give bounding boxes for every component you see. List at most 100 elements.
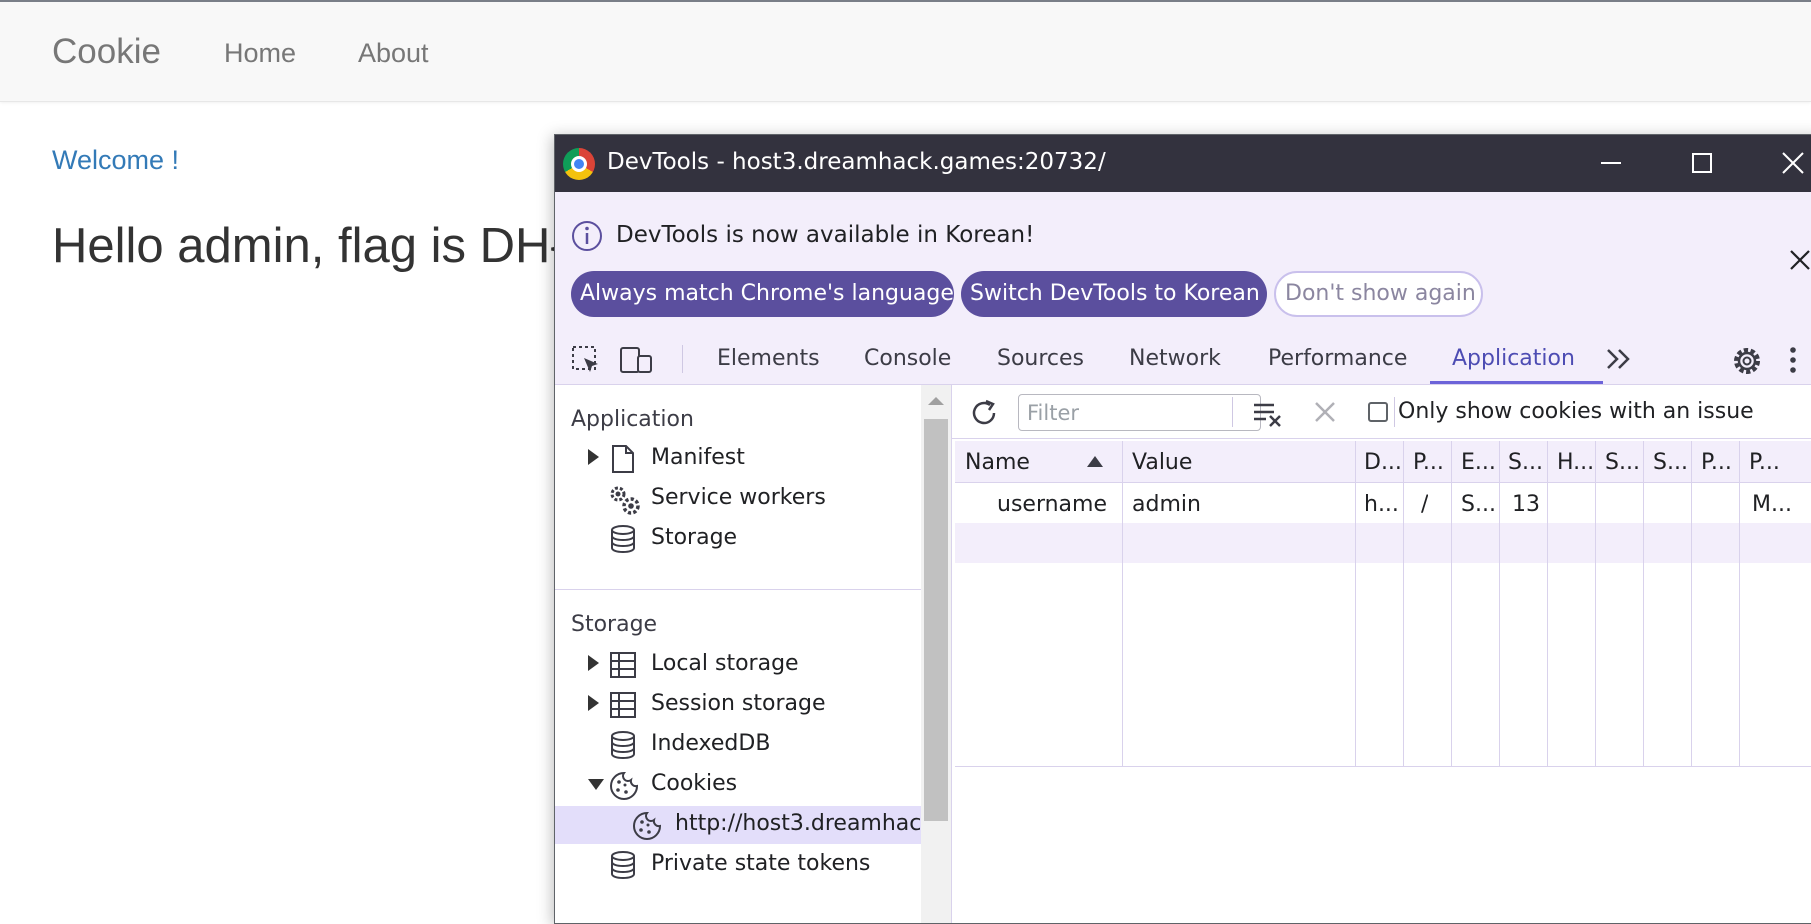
sidebar-item-label: Local storage [651, 651, 799, 676]
column-header-path[interactable]: P... [1413, 450, 1444, 475]
minimize-button[interactable] [1567, 135, 1655, 192]
tab-application[interactable]: Application [1452, 346, 1575, 371]
tab-elements[interactable]: Elements [717, 346, 820, 371]
column-header-secure[interactable]: S... [1605, 450, 1640, 475]
sidebar-item-storage[interactable]: Storage [555, 520, 921, 558]
column-divider[interactable] [1643, 441, 1644, 766]
always-match-language-button[interactable]: Always match Chrome's language [571, 271, 954, 317]
column-divider[interactable] [1355, 441, 1356, 766]
maximize-icon [1692, 153, 1712, 173]
sidebar-divider [555, 589, 921, 590]
sidebar-item-cookie-origin[interactable]: http://host3.dreamhack.games:20732 [555, 806, 921, 844]
inspect-element-icon[interactable] [571, 345, 601, 375]
settings-gear-icon[interactable] [1731, 345, 1763, 377]
only-issue-checkbox[interactable] [1368, 402, 1388, 422]
document-icon [612, 445, 634, 473]
more-tabs-icon[interactable] [1605, 347, 1633, 371]
collapse-arrow-icon[interactable] [588, 779, 604, 790]
cookie-filter-input[interactable] [1018, 394, 1261, 431]
database-icon [611, 851, 635, 880]
tab-network[interactable]: Network [1129, 346, 1221, 371]
tab-console[interactable]: Console [864, 346, 951, 371]
tab-sources[interactable]: Sources [997, 346, 1084, 371]
active-tab-indicator [1430, 381, 1603, 384]
sidebar-item-session-storage[interactable]: Session storage [555, 686, 921, 724]
sidebar-item-label: Session storage [651, 691, 826, 716]
sidebar-scrollbar[interactable] [921, 385, 952, 923]
cookies-table: Name Value D... P... E... S... H... S...… [955, 441, 1811, 766]
column-header-samesite[interactable]: S... [1653, 450, 1688, 475]
column-header-value[interactable]: Value [1132, 450, 1192, 475]
only-issue-label: Only show cookies with an issue [1398, 399, 1754, 424]
dont-show-again-button[interactable]: Don't show again [1274, 271, 1483, 317]
column-divider[interactable] [1122, 441, 1123, 766]
column-header-expires[interactable]: E... [1461, 450, 1496, 475]
flag-message: Hello admin, flag is DH{ [52, 219, 567, 273]
column-divider[interactable] [1691, 441, 1692, 766]
cookie-domain-cell: h... [1364, 492, 1399, 517]
scrollbar-thumb[interactable] [924, 419, 948, 821]
sidebar-item-label: http://host3.dreamhack.games:20732 [675, 811, 921, 836]
column-divider[interactable] [1403, 441, 1404, 766]
nav-home-link[interactable]: Home [224, 38, 296, 69]
cookie-value-cell: admin [1132, 492, 1201, 517]
maximize-button[interactable] [1658, 135, 1746, 192]
table-row-empty [955, 523, 1811, 563]
refresh-icon[interactable] [968, 397, 1000, 429]
sidebar-item-private-state-tokens[interactable]: Private state tokens [555, 846, 921, 884]
sidebar-item-service-workers[interactable]: Service workers [555, 480, 921, 518]
table-grid-icon [610, 692, 636, 718]
cookie-name-cell: username [997, 492, 1107, 517]
toolbar-separator [1394, 397, 1395, 427]
devtools-window: DevTools - host3.dreamhack.games:20732/ … [554, 134, 1811, 924]
switch-to-korean-button[interactable]: Switch DevTools to Korean [961, 271, 1267, 317]
sidebar-item-local-storage[interactable]: Local storage [555, 646, 921, 684]
info-icon [572, 221, 602, 251]
sidebar-heading-storage: Storage [571, 612, 658, 637]
close-window-button[interactable] [1749, 135, 1811, 192]
infobar-close-icon[interactable] [1788, 248, 1811, 272]
expand-arrow-icon[interactable] [588, 655, 599, 671]
chrome-logo-icon [563, 148, 595, 180]
nav-about-link[interactable]: About [358, 38, 429, 69]
device-toolbar-icon[interactable] [619, 345, 653, 375]
cookie-priority-cell: M... [1752, 492, 1792, 517]
column-header-partition-key[interactable]: P... [1701, 450, 1732, 475]
sort-ascending-icon [1087, 456, 1103, 467]
table-grid-icon [610, 652, 636, 678]
column-header-domain[interactable]: D... [1364, 450, 1402, 475]
clear-all-icon[interactable] [1252, 397, 1284, 429]
close-icon [1782, 152, 1804, 174]
sidebar-item-manifest[interactable]: Manifest [555, 440, 921, 478]
column-header-priority[interactable]: P... [1749, 450, 1780, 475]
site-navbar: Cookie Home About [0, 0, 1811, 102]
column-divider[interactable] [1595, 441, 1596, 766]
sidebar-heading-application: Application [571, 407, 694, 432]
more-options-icon[interactable] [1787, 345, 1799, 375]
sidebar-item-label: Service workers [651, 485, 826, 510]
sidebar-item-indexeddb[interactable]: IndexedDB [555, 726, 921, 764]
column-header-size[interactable]: S... [1508, 450, 1543, 475]
column-divider[interactable] [1547, 441, 1548, 766]
cookies-toolbar: Only show cookies with an issue [952, 385, 1811, 439]
expand-arrow-icon[interactable] [588, 449, 599, 465]
column-divider[interactable] [1499, 441, 1500, 766]
table-bottom-border [955, 766, 1811, 767]
scroll-up-arrow-icon[interactable] [928, 397, 944, 405]
database-icon [611, 525, 635, 554]
column-divider[interactable] [1739, 441, 1740, 766]
expand-arrow-icon[interactable] [588, 695, 599, 711]
site-brand-link[interactable]: Cookie [52, 32, 161, 72]
table-row[interactable]: username admin h... / S... 13 M... [955, 483, 1811, 523]
column-header-httponly[interactable]: H... [1557, 450, 1594, 475]
welcome-link[interactable]: Welcome ! [52, 145, 179, 176]
column-header-name[interactable]: Name [965, 450, 1030, 475]
cookie-size-cell: 13 [1512, 492, 1540, 517]
devtools-tabbar: Elements Console Sources Network Perform… [555, 333, 1811, 385]
tab-performance[interactable]: Performance [1268, 346, 1407, 371]
delete-selected-icon[interactable] [1313, 400, 1337, 424]
table-header: Name Value D... P... E... S... H... S...… [955, 441, 1811, 483]
sidebar-item-cookies[interactable]: Cookies [555, 766, 921, 804]
column-divider[interactable] [1451, 441, 1452, 766]
devtools-title: DevTools - host3.dreamhack.games:20732/ [607, 149, 1106, 175]
